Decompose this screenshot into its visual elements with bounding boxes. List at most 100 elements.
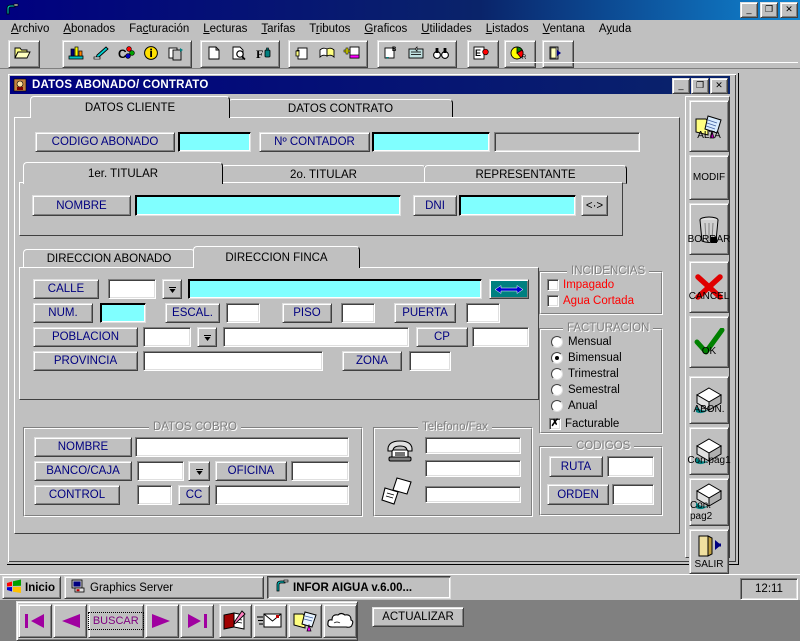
preview-icon[interactable] — [226, 41, 251, 65]
calle-swap-button[interactable] — [489, 279, 529, 299]
binoculars-icon[interactable] — [428, 41, 453, 65]
menu-item-utilidades[interactable]: Utilidades — [414, 22, 479, 36]
alta-button[interactable]: ALTA — [689, 100, 729, 152]
menu-item-ventana[interactable]: Ventana — [536, 22, 592, 36]
codigo-abonado-input[interactable] — [178, 132, 251, 152]
poblacion-code-input[interactable] — [143, 327, 191, 347]
con-pag1-button[interactable]: Con.pag1 — [687, 427, 731, 475]
con-pag2-button[interactable]: Con. pag2 — [689, 478, 729, 526]
font-icon[interactable]: F — [251, 41, 276, 65]
menu-item-facturacin[interactable]: Facturación — [122, 22, 196, 36]
header-extra-field[interactable] — [494, 132, 640, 152]
cobro-nombre-input[interactable] — [135, 437, 349, 457]
tab-direccion-finca[interactable]: DIRECCION FINCA — [193, 246, 360, 268]
n-contador-input[interactable] — [372, 132, 490, 152]
banco-caja-input[interactable] — [137, 461, 184, 481]
taskbar-item-graphics-server[interactable]: Graphics Server — [64, 576, 265, 599]
minimize-button[interactable]: _ — [740, 2, 758, 18]
add-record-icon[interactable] — [339, 41, 364, 65]
borrar-button[interactable]: BORRAR — [688, 203, 730, 255]
tab-datos-cliente[interactable]: DATOS CLIENTE — [30, 96, 230, 118]
fax-input[interactable] — [425, 486, 521, 503]
modif-button[interactable]: MODIF — [689, 155, 729, 200]
info-icon[interactable] — [138, 41, 163, 65]
calle-code-input[interactable] — [108, 279, 156, 299]
close-button[interactable]: ✕ — [780, 2, 798, 18]
color-palette-icon[interactable]: C — [113, 41, 138, 65]
radio-semestral[interactable]: Semestral — [551, 384, 620, 396]
titular-swap-button[interactable]: <·> — [581, 195, 608, 216]
ruta-input[interactable] — [607, 456, 654, 477]
new-document-icon[interactable] — [201, 41, 226, 65]
tab-direccion-abonado[interactable]: DIRECCION ABONADO — [23, 249, 195, 268]
mdi-minimize-button[interactable]: _ — [672, 78, 690, 94]
zona-input[interactable] — [409, 351, 451, 371]
abon-button[interactable]: ABON. — [689, 376, 729, 424]
ok-button[interactable]: OK — [689, 316, 729, 368]
num-input[interactable] — [100, 303, 146, 323]
actualizar-button[interactable]: ACTUALIZAR — [372, 607, 464, 627]
telefono-input-2[interactable] — [425, 460, 521, 477]
poblacion-dropdown-button[interactable] — [197, 327, 217, 347]
taskbar-item-infor-aigua[interactable]: INFOR AIGUA v.6.00... — [267, 576, 452, 599]
oficina-input[interactable] — [291, 461, 349, 481]
piso-input[interactable] — [341, 303, 375, 323]
mdi-restore-button[interactable]: ❐ — [691, 78, 709, 94]
menu-item-graficos[interactable]: Graficos — [357, 22, 414, 36]
restore-button[interactable]: ❐ — [760, 2, 778, 18]
dni-input[interactable] — [459, 195, 576, 216]
folder-edit-button[interactable] — [288, 604, 323, 638]
prev-record-button[interactable] — [52, 604, 87, 638]
tab-datos-contrato[interactable]: DATOS CONTRATO — [228, 99, 453, 118]
buscar-button[interactable]: BUSCAR — [87, 604, 144, 638]
cc-input[interactable] — [215, 485, 349, 505]
brush-icon[interactable] — [88, 41, 113, 65]
menu-item-ayuda[interactable]: Ayuda — [592, 22, 638, 36]
telefono-input-1[interactable] — [425, 437, 521, 454]
first-record-button[interactable] — [18, 604, 52, 638]
print-secure-icon[interactable] — [289, 41, 314, 65]
escal-input[interactable] — [226, 303, 260, 323]
copy-records-icon[interactable] — [163, 41, 188, 65]
menu-item-abonados[interactable]: Abonados — [56, 22, 122, 36]
radio-trimestral[interactable]: Trimestral — [551, 368, 619, 380]
menu-item-listados[interactable]: Listados — [479, 22, 536, 36]
tab-1er-titular[interactable]: 1er. TITULAR — [23, 162, 223, 184]
start-button[interactable]: Inicio — [2, 576, 62, 599]
puerta-input[interactable] — [466, 303, 500, 323]
notebook-pen-button[interactable] — [218, 604, 253, 638]
mdi-close-button[interactable]: ✕ — [710, 78, 728, 94]
open-folder-icon[interactable] — [9, 41, 34, 65]
radio-bimensual[interactable]: Bimensual — [551, 352, 622, 364]
salir-button[interactable]: SALIR — [689, 529, 729, 574]
radio-anual[interactable]: Anual — [551, 400, 597, 412]
cloud-button[interactable] — [323, 604, 357, 638]
calle-dropdown-button[interactable] — [162, 279, 182, 299]
cancel-button[interactable]: CANCEL — [689, 261, 729, 313]
calle-name-input[interactable] — [188, 279, 482, 299]
checkbox-agua-cortada[interactable]: Agua Cortada — [547, 295, 634, 307]
nombre-titular-input[interactable] — [135, 195, 401, 216]
menu-item-tarifas[interactable]: Tarifas — [254, 22, 302, 36]
last-record-button[interactable] — [179, 604, 214, 638]
menu-item-tributos[interactable]: Tributos — [302, 22, 357, 36]
report-b-icon[interactable]: B — [378, 41, 403, 65]
menu-item-lecturas[interactable]: Lecturas — [196, 22, 254, 36]
next-record-button[interactable] — [144, 604, 179, 638]
poblacion-name-input[interactable] — [223, 327, 409, 347]
orden-input[interactable] — [612, 484, 654, 505]
control-input[interactable] — [137, 485, 172, 505]
cp-input[interactable] — [472, 327, 529, 347]
checkbox-impagado[interactable]: Impagado — [547, 279, 614, 291]
form-icon[interactable] — [403, 41, 428, 65]
envelope-send-button[interactable] — [253, 604, 288, 638]
export-icon[interactable]: E — [468, 41, 493, 65]
menu-item-archivo[interactable]: Archivo — [4, 22, 56, 36]
chart-bar-icon[interactable] — [63, 41, 88, 65]
banco-dropdown-button[interactable] — [188, 461, 210, 481]
provincia-input[interactable] — [143, 351, 323, 371]
radio-mensual[interactable]: Mensual — [551, 336, 611, 348]
checkbox-facturable[interactable]: ✗ Facturable — [549, 418, 619, 430]
system-clock[interactable]: 12:11 — [740, 578, 798, 600]
book-icon[interactable] — [314, 41, 339, 65]
